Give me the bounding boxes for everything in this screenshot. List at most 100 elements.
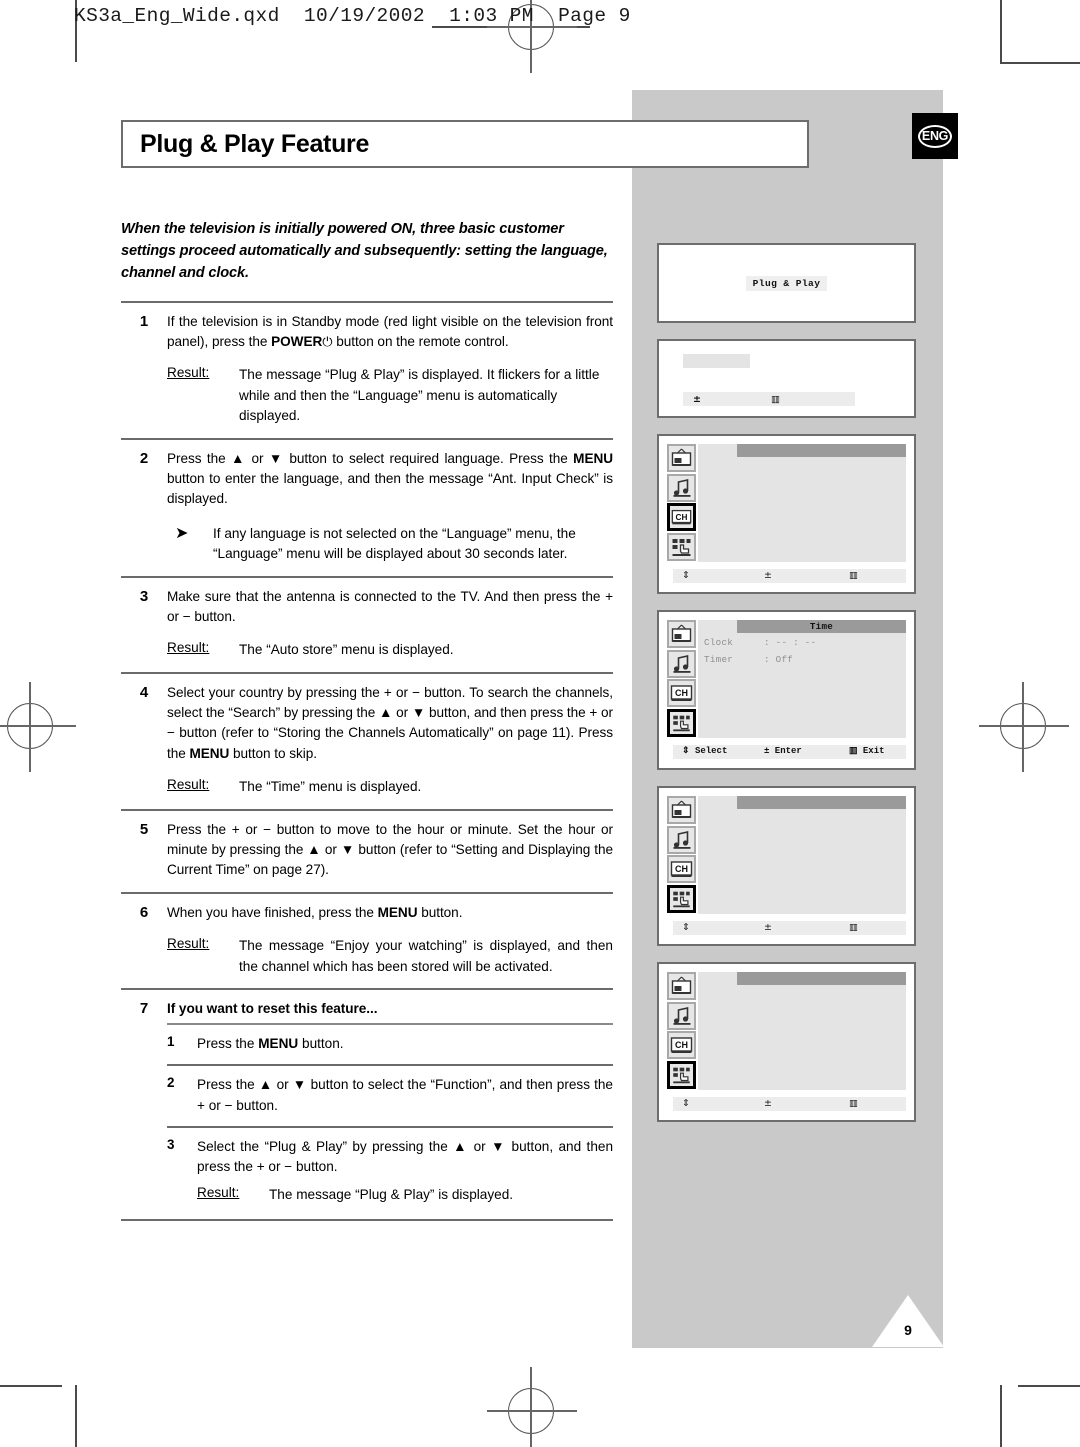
function-setup-icon[interactable] (667, 708, 696, 737)
step-7-substeps: 1 Press the MENU button. 2 Press the ▲ o… (167, 1023, 613, 1215)
menu-row-value: : Off (764, 654, 794, 665)
step-7: 7 If you want to reset this feature... (121, 990, 613, 1023)
page-root: KS3a_Eng_Wide.qxd 10/19/2002 1:03 PM Pag… (0, 0, 1080, 1447)
power-icon: ⏻ (322, 334, 333, 350)
result-label: Result: (197, 1184, 240, 1200)
step-6: 6 When you have finished, press the MENU… (121, 894, 613, 988)
step-text-c: button to skip. (229, 745, 317, 761)
function-setup-icon[interactable] (667, 884, 696, 913)
menu-icon-column: CH (667, 444, 698, 562)
menu-exit-icon: ▥ (771, 393, 780, 405)
registration-mark-right (979, 682, 1069, 772)
page-number-triangle (872, 1295, 944, 1347)
menu-row-value: : -- : -- (764, 637, 817, 648)
sound-note-icon[interactable] (667, 1001, 696, 1030)
screen-function-menu-1: CH ⇕ ± ▥ (657, 786, 916, 946)
step-text-c: button. (417, 904, 463, 920)
screen-function-menu-2: CH ⇕ ± ▥ (657, 962, 916, 1122)
osd-nav-bar: ⇕ ± ▥ (673, 1097, 906, 1111)
step-text: Press the ▲ or ▼ button to select requir… (167, 449, 613, 510)
menu-row-key: Timer (704, 654, 734, 665)
step-text: Press the + or − button to move to the h… (167, 821, 613, 878)
step-text-bold: POWER (271, 333, 323, 349)
function-setup-icon[interactable] (667, 532, 696, 561)
channel-ch-icon[interactable]: CH (667, 503, 696, 531)
registration-mark-bottom (487, 1367, 577, 1447)
step-1: 1 If the television is in Standby mode (… (121, 303, 613, 438)
step-text-bold: MENU (377, 904, 418, 920)
step-number: 2 (139, 449, 149, 467)
result-block: Result: The “Auto store” menu is display… (167, 640, 613, 660)
picture-tv-icon[interactable] (667, 444, 696, 472)
enter-icon: ± (764, 1098, 772, 1109)
step-text: When you have finished, press the MENU b… (167, 903, 613, 923)
step-3: 3 Make sure that the antenna is connecte… (121, 578, 613, 672)
step-number: 7 (139, 1000, 149, 1017)
screen-language-blank: ± ▥ (657, 339, 916, 418)
menu-row-key: Clock (704, 637, 734, 648)
result-text: The “Time” menu is displayed. (239, 779, 422, 795)
quark-file-header: KS3a_Eng_Wide.qxd 10/19/2002 1:03 PM Pag… (74, 5, 631, 27)
menu-rows (698, 457, 906, 461)
sound-note-icon[interactable] (667, 473, 696, 502)
substep-number: 2 (167, 1075, 175, 1091)
result-block: Result: The “Time” menu is displayed. (167, 777, 613, 797)
channel-ch-icon[interactable]: CH (667, 855, 696, 883)
result-label: Result: (167, 777, 210, 793)
menu-rows (698, 985, 906, 989)
language-badge: ENG (912, 113, 958, 159)
note-block: ➤ If any language is not selected on the… (167, 524, 613, 565)
step-text-bold: MENU (189, 745, 230, 761)
step-number: 6 (139, 903, 149, 921)
substep-text-bold: MENU (258, 1035, 299, 1051)
channel-ch-icon[interactable]: CH (667, 679, 696, 707)
screen-time-menu: CH Time Clock : -- : -- Timer: Off ⇕ Se… (657, 610, 916, 770)
menu-row-timer[interactable]: Timer : Off (704, 654, 906, 665)
substep-text: Select the “Plug & Play” by pressing the… (197, 1138, 613, 1175)
substep-3: 3 Select the “Plug & Play” by pressing t… (167, 1128, 613, 1215)
result-text: The message “Enjoy your watching” is dis… (239, 938, 613, 974)
step-text-a: When you have finished, press the (167, 904, 378, 920)
step-2: 2 Press the ▲ or ▼ button to select requ… (121, 440, 613, 576)
crop-mark-top-right-v (1000, 0, 1002, 62)
instructions-column: When the television is initially powered… (121, 218, 613, 1222)
enter-icon: ± (764, 570, 772, 581)
result-block: Result: The message “Plug & Play” is dis… (197, 1185, 613, 1205)
step-number: 1 (139, 312, 149, 330)
menu-icon-column: CH (667, 620, 698, 738)
function-setup-icon[interactable] (667, 1060, 696, 1089)
osd-nav-bar: ⇕ ± ▥ (673, 921, 906, 935)
page-title-box: Plug & Play Feature (121, 120, 809, 168)
result-text: The message “Plug & Play” is displayed. … (239, 367, 600, 424)
crop-mark-bottom-right-v (1000, 1385, 1002, 1447)
screen-channel-menu: CH ⇕ ± ▥ (657, 434, 916, 594)
menu-title-bar: Time (737, 620, 906, 633)
language-badge-label: ENG (918, 124, 952, 148)
osd-ghost-bar (683, 354, 750, 368)
exit-label: ▥ Exit (849, 746, 885, 756)
menu-title-bar (737, 444, 906, 457)
menu-exit-icon: ▥ (849, 1098, 858, 1109)
intro-paragraph: When the television is initially powered… (121, 221, 608, 282)
step-text-a: Press the ▲ or ▼ button to select requir… (167, 450, 574, 466)
picture-tv-icon[interactable] (667, 972, 696, 1000)
sound-note-icon[interactable] (667, 825, 696, 854)
picture-tv-icon[interactable] (667, 620, 696, 648)
page-title: Plug & Play Feature (140, 129, 370, 158)
svg-text:CH: CH (675, 1040, 688, 1050)
page-number: 9 (904, 1322, 912, 1338)
sound-note-icon[interactable] (667, 649, 696, 678)
enter-icon: ± (764, 922, 772, 933)
select-icon: ⇕ (682, 1098, 690, 1109)
crop-mark-bottom-right-h (1018, 1385, 1080, 1387)
step-number: 5 (139, 820, 149, 838)
result-label: Result: (167, 936, 210, 952)
menu-title-bar (737, 972, 906, 985)
channel-ch-icon[interactable]: CH (667, 1031, 696, 1059)
picture-tv-icon[interactable] (667, 796, 696, 824)
substep-text: Press the ▲ or ▼ button to select the “F… (197, 1077, 613, 1113)
step-text-c: button to enter the language, and then t… (167, 470, 613, 507)
menu-row-clock[interactable]: Clock : -- : -- (704, 637, 906, 648)
substep-2: 2 Press the ▲ or ▼ button to select the … (167, 1066, 613, 1126)
select-icon: ⇕ (682, 922, 690, 933)
